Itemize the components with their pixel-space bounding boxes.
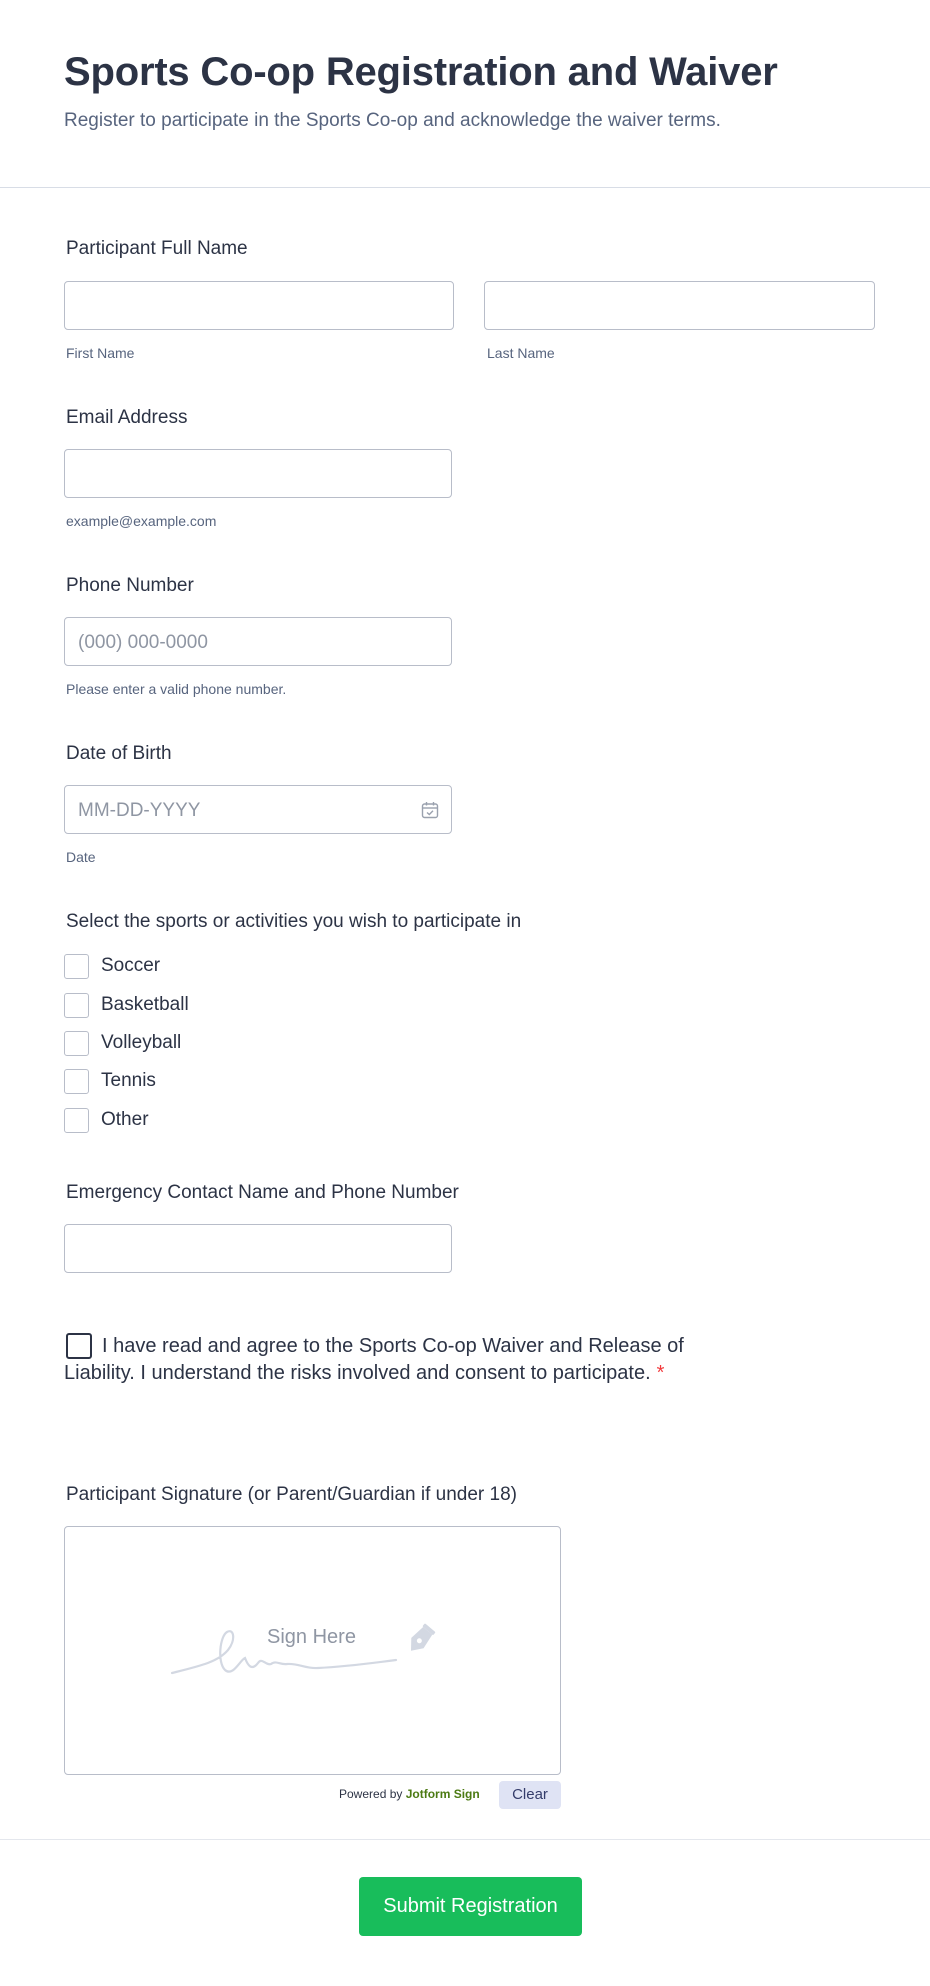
- sports-label: Select the sports or activities you wish…: [66, 911, 522, 932]
- dob-label: Date of Birth: [66, 743, 172, 764]
- clear-signature-button[interactable]: Clear: [499, 1781, 561, 1809]
- checkbox[interactable]: [64, 1108, 89, 1133]
- checkbox[interactable]: [64, 993, 89, 1018]
- email-input[interactable]: [64, 449, 452, 498]
- full-name-label: Participant Full Name: [66, 238, 248, 259]
- jotform-sign-link[interactable]: Jotform Sign: [406, 1787, 480, 1801]
- waiver-text: I have read and agree to the Sports Co-o…: [64, 1335, 684, 1384]
- phone-sublabel: Please enter a valid phone number.: [66, 681, 287, 697]
- dob-placeholder: MM-DD-YYYY: [78, 800, 201, 821]
- waiver-checkbox[interactable]: [66, 1333, 92, 1359]
- checkbox-label: Other: [101, 1109, 149, 1130]
- email-sublabel: example@example.com: [66, 513, 217, 529]
- emergency-contact-label: Emergency Contact Name and Phone Number: [66, 1182, 459, 1203]
- first-name-input[interactable]: [64, 281, 454, 330]
- submit-button[interactable]: Submit Registration: [359, 1877, 582, 1936]
- checkbox-label: Volleyball: [101, 1032, 182, 1053]
- phone-placeholder: (000) 000-0000: [78, 632, 208, 653]
- required-asterisk: *: [656, 1362, 665, 1384]
- checkbox[interactable]: [64, 1031, 89, 1056]
- form-header: Sports Co-op Registration and Waiver Reg…: [0, 0, 930, 188]
- checkbox-label: Soccer: [101, 955, 161, 976]
- signature-label: Participant Signature (or Parent/Guardia…: [66, 1484, 517, 1505]
- phone-label: Phone Number: [66, 575, 194, 596]
- dob-sublabel: Date: [66, 849, 96, 865]
- signature-placeholder: Sign Here: [267, 1626, 356, 1648]
- checkbox-label: Tennis: [101, 1070, 156, 1091]
- first-name-sublabel: First Name: [66, 345, 135, 361]
- form-title: Sports Co-op Registration and Waiver: [64, 50, 778, 94]
- dob-input[interactable]: MM-DD-YYYY: [64, 785, 452, 834]
- last-name-sublabel: Last Name: [487, 345, 555, 361]
- form-page: Sports Co-op Registration and Waiver Reg…: [0, 0, 930, 1986]
- phone-input[interactable]: (000) 000-0000: [64, 617, 452, 666]
- signature-pad[interactable]: Sign Here: [64, 1526, 561, 1775]
- calendar-icon[interactable]: [421, 801, 439, 819]
- checkbox[interactable]: [64, 1069, 89, 1094]
- checkbox[interactable]: [64, 954, 89, 979]
- email-label: Email Address: [66, 407, 188, 428]
- waiver-statement: I have read and agree to the Sports Co-o…: [64, 1333, 744, 1387]
- divider: [0, 1839, 930, 1840]
- last-name-input[interactable]: [484, 281, 875, 330]
- powered-by: Powered by Jotform Sign: [339, 1787, 480, 1801]
- powered-by-text: Powered by: [339, 1787, 403, 1801]
- form-subtitle: Register to participate in the Sports Co…: [64, 110, 721, 131]
- checkbox-label: Basketball: [101, 994, 189, 1015]
- emergency-contact-input[interactable]: [64, 1224, 452, 1273]
